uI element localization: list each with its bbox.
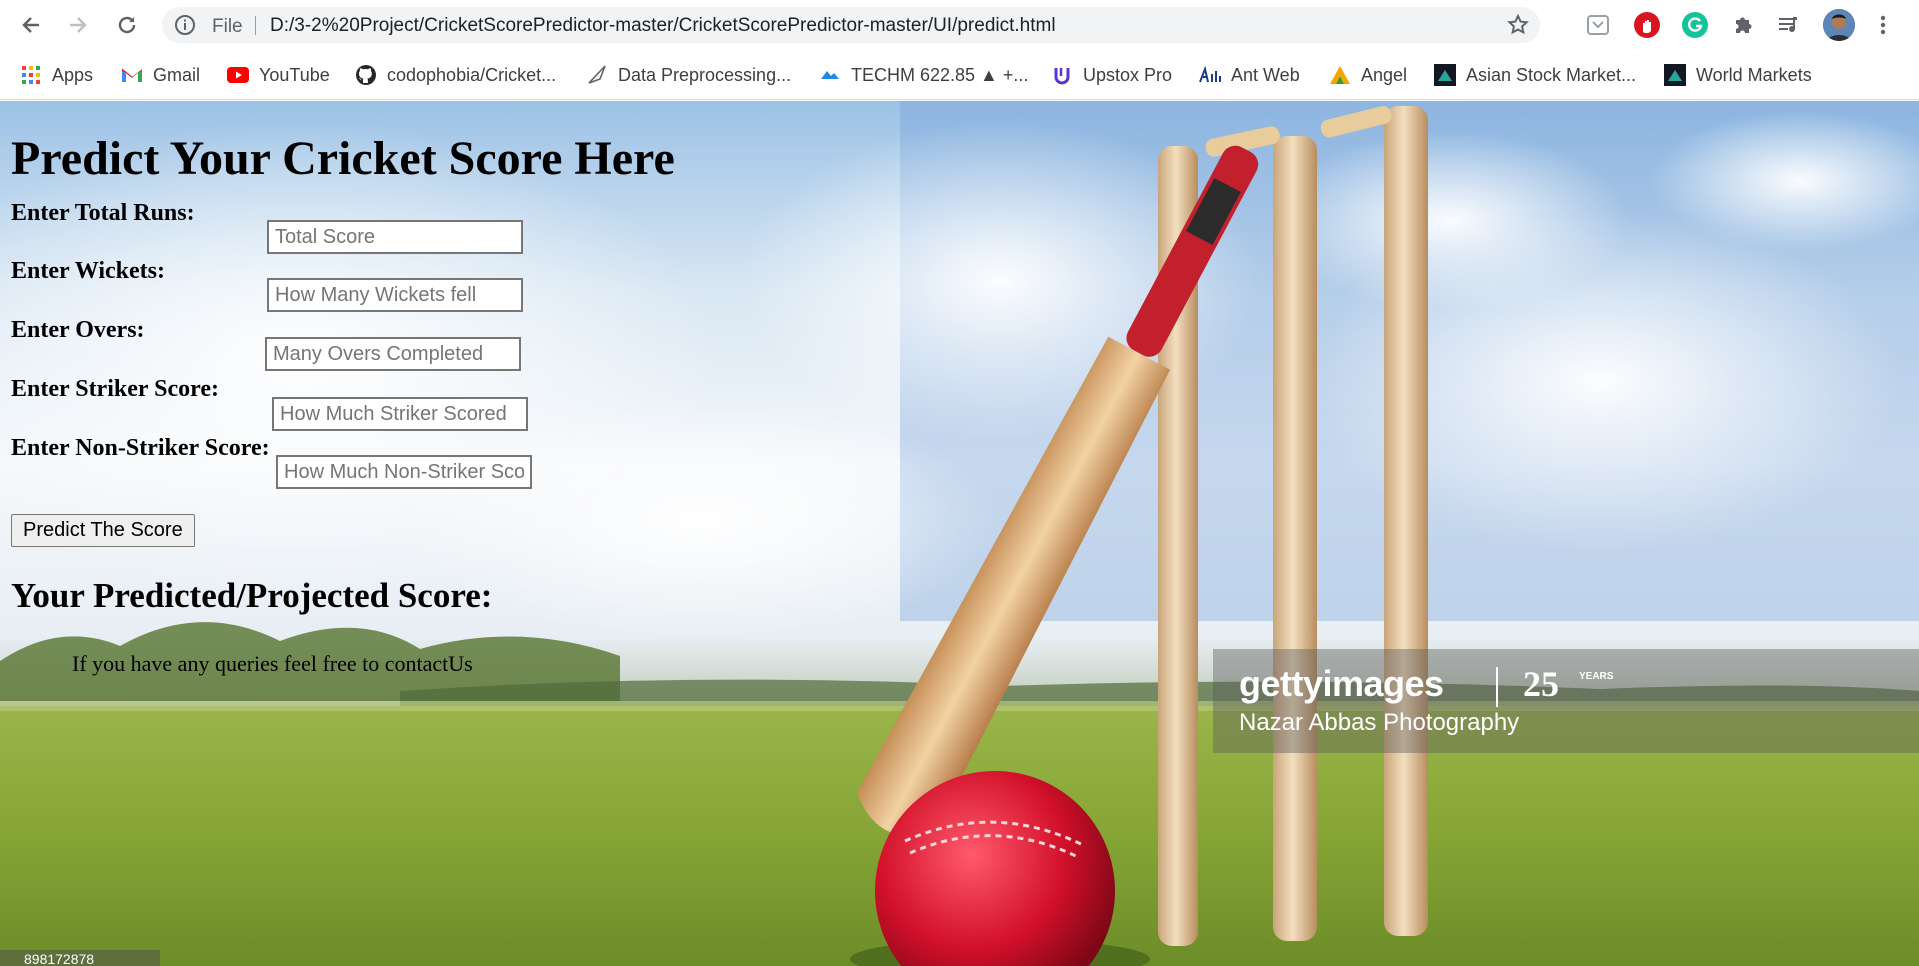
extension-adblock-icon[interactable] [1634, 12, 1660, 38]
striker-score-label: Enter Striker Score: [11, 376, 219, 402]
url-scheme-label: File [212, 16, 243, 37]
bookmark-label: Ant Web [1231, 64, 1300, 85]
bookmark-gmail[interactable]: Gmail [121, 63, 200, 87]
wickets-input[interactable] [267, 278, 523, 312]
browser-menu-icon[interactable] [1873, 12, 1893, 38]
bookmark-label: YouTube [259, 64, 330, 85]
watermark-anniversary: 25 [1523, 664, 1559, 704]
apps-grid-icon [20, 64, 42, 86]
url-divider [255, 16, 256, 35]
back-button[interactable] [14, 8, 48, 42]
gettyimages-watermark: gettyimages 25 YEARS Nazar Abbas Photogr… [1213, 649, 1919, 753]
media-control-icon[interactable] [1776, 12, 1802, 38]
striker-score-input[interactable] [272, 397, 528, 431]
overs-label: Enter Overs: [11, 317, 145, 343]
bookmark-label: World Markets [1696, 64, 1812, 85]
contact-text: If you have any queries feel free to con… [72, 651, 473, 676]
non-striker-score-input[interactable] [276, 455, 532, 489]
cloud-icon [819, 64, 841, 86]
url-text[interactable]: D:/3-2%20Project/CricketScorePredictor-m… [270, 15, 1056, 37]
bookmark-angel[interactable]: Angel [1329, 63, 1407, 87]
bookmark-techm[interactable]: TECHM 622.85 ▲ +... [819, 63, 1028, 87]
back-arrow-icon [22, 17, 39, 33]
triangle-icon [586, 64, 608, 86]
extensions-puzzle-icon[interactable] [1730, 12, 1756, 38]
overs-input[interactable] [265, 337, 521, 371]
forward-button[interactable] [61, 8, 95, 42]
forward-arrow-icon [70, 17, 87, 33]
info-icon[interactable] [174, 14, 196, 36]
total-runs-label: Enter Total Runs: [11, 200, 195, 226]
bookmark-apps[interactable]: Apps [20, 63, 93, 87]
predicted-score-heading: Your Predicted/Projected Score: [11, 576, 493, 615]
extension-pocket-icon[interactable] [1585, 12, 1611, 38]
reload-button[interactable] [110, 8, 144, 42]
predict-score-button[interactable]: Predict The Score [11, 514, 195, 547]
github-icon [355, 64, 377, 86]
watermark-divider [1496, 667, 1498, 707]
address-bar[interactable]: File D:/3-2%20Project/CricketScorePredic… [162, 7, 1540, 43]
watermark-brand: gettyimages [1239, 663, 1444, 704]
non-striker-score-label: Enter Non-Striker Score: [11, 435, 270, 461]
bookmark-label: TECHM 622.85 ▲ +... [851, 64, 1029, 85]
avatar-icon [1823, 9, 1855, 41]
reload-icon [118, 16, 136, 34]
upstox-icon [1051, 64, 1073, 86]
page-viewport: Predict Your Cricket Score Here Enter To… [0, 101, 1919, 966]
tradingview-icon [1664, 64, 1686, 86]
watermark-anniversary-suffix: YEARS [1579, 671, 1614, 682]
page-title: Predict Your Cricket Score Here [11, 132, 675, 185]
bookmark-label: codophobia/Cricket... [387, 64, 557, 85]
watermark-credit: Nazar Abbas Photography [1239, 709, 1520, 736]
wickets-label: Enter Wickets: [11, 258, 165, 284]
browser-toolbar: File D:/3-2%20Project/CricketScorePredic… [0, 0, 1919, 50]
antweb-icon [1199, 64, 1221, 86]
tradingview-icon [1434, 64, 1456, 86]
bookmark-asian-stock-market[interactable]: Asian Stock Market... [1434, 63, 1636, 87]
image-id-text: 898172878 [24, 951, 95, 966]
extension-grammarly-icon[interactable] [1682, 12, 1708, 38]
bookmark-star-icon[interactable] [1506, 13, 1530, 37]
bookmark-label: Angel [1361, 64, 1408, 85]
bookmark-youtube[interactable]: YouTube [227, 63, 330, 87]
bookmark-world-markets[interactable]: World Markets [1664, 63, 1812, 87]
youtube-icon [227, 64, 249, 86]
bookmark-data-preprocessing[interactable]: Data Preprocessing... [586, 63, 791, 87]
bookmark-upstox[interactable]: Upstox Pro [1051, 63, 1172, 87]
bookmark-antweb[interactable]: Ant Web [1199, 63, 1300, 87]
total-runs-input[interactable] [267, 220, 523, 254]
profile-avatar[interactable] [1823, 9, 1855, 41]
bookmarks-bar: Apps Gmail YouTube codophobia/Cricket...… [0, 50, 1919, 100]
image-id-tag: 898172878 [0, 950, 160, 966]
bookmark-label: Upstox Pro [1083, 64, 1173, 85]
bookmark-label: Apps [52, 64, 94, 85]
gmail-icon [121, 64, 143, 86]
bookmark-github[interactable]: codophobia/Cricket... [355, 63, 556, 87]
bookmark-label: Gmail [153, 64, 201, 85]
angel-icon [1329, 64, 1351, 86]
bookmark-label: Data Preprocessing... [618, 64, 792, 85]
bookmark-label: Asian Stock Market... [1466, 64, 1637, 85]
